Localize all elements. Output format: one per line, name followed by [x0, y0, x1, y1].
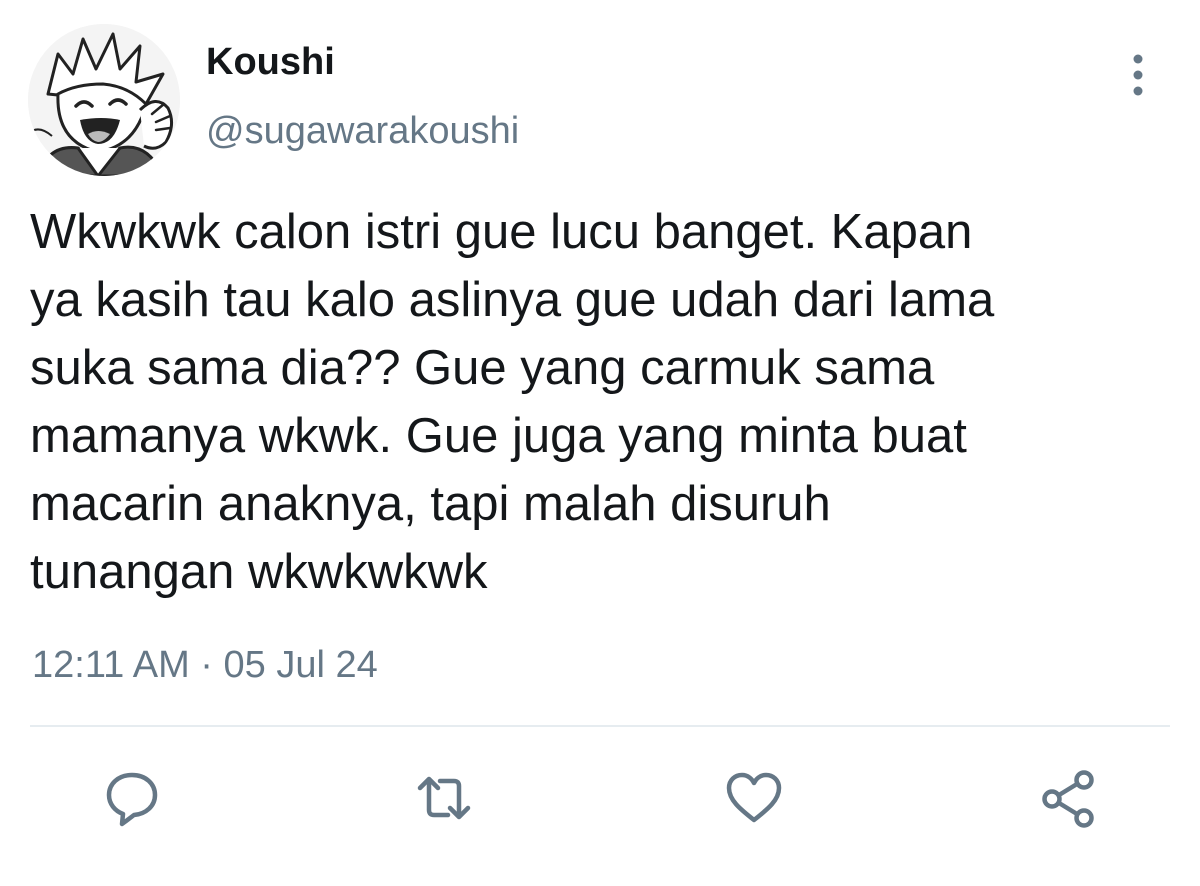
anime-avatar-icon: [28, 24, 180, 176]
more-vertical-icon: [1133, 54, 1143, 96]
tweet-card: Koushi @sugawarakoushi Wkwkwk calon istr…: [0, 0, 1200, 886]
share-icon: [1042, 770, 1094, 828]
like-button[interactable]: [722, 766, 786, 830]
share-button[interactable]: [1038, 766, 1102, 830]
reply-icon: [106, 772, 158, 827]
divider: [30, 725, 1170, 727]
tweet-text: Wkwkwk calon istri gue lucu banget. Kapa…: [30, 205, 995, 599]
retweet-button[interactable]: [412, 766, 476, 830]
reply-button[interactable]: [100, 766, 164, 830]
tweet-timestamp[interactable]: 12:11 AM · 05 Jul 24: [32, 640, 378, 690]
author-handle[interactable]: @sugawarakoushi: [206, 107, 519, 155]
retweet-icon: [417, 776, 471, 820]
more-options-button[interactable]: [1118, 50, 1158, 100]
author-display-name[interactable]: Koushi: [206, 38, 335, 86]
author-avatar[interactable]: [28, 24, 180, 176]
heart-icon: [726, 772, 782, 823]
